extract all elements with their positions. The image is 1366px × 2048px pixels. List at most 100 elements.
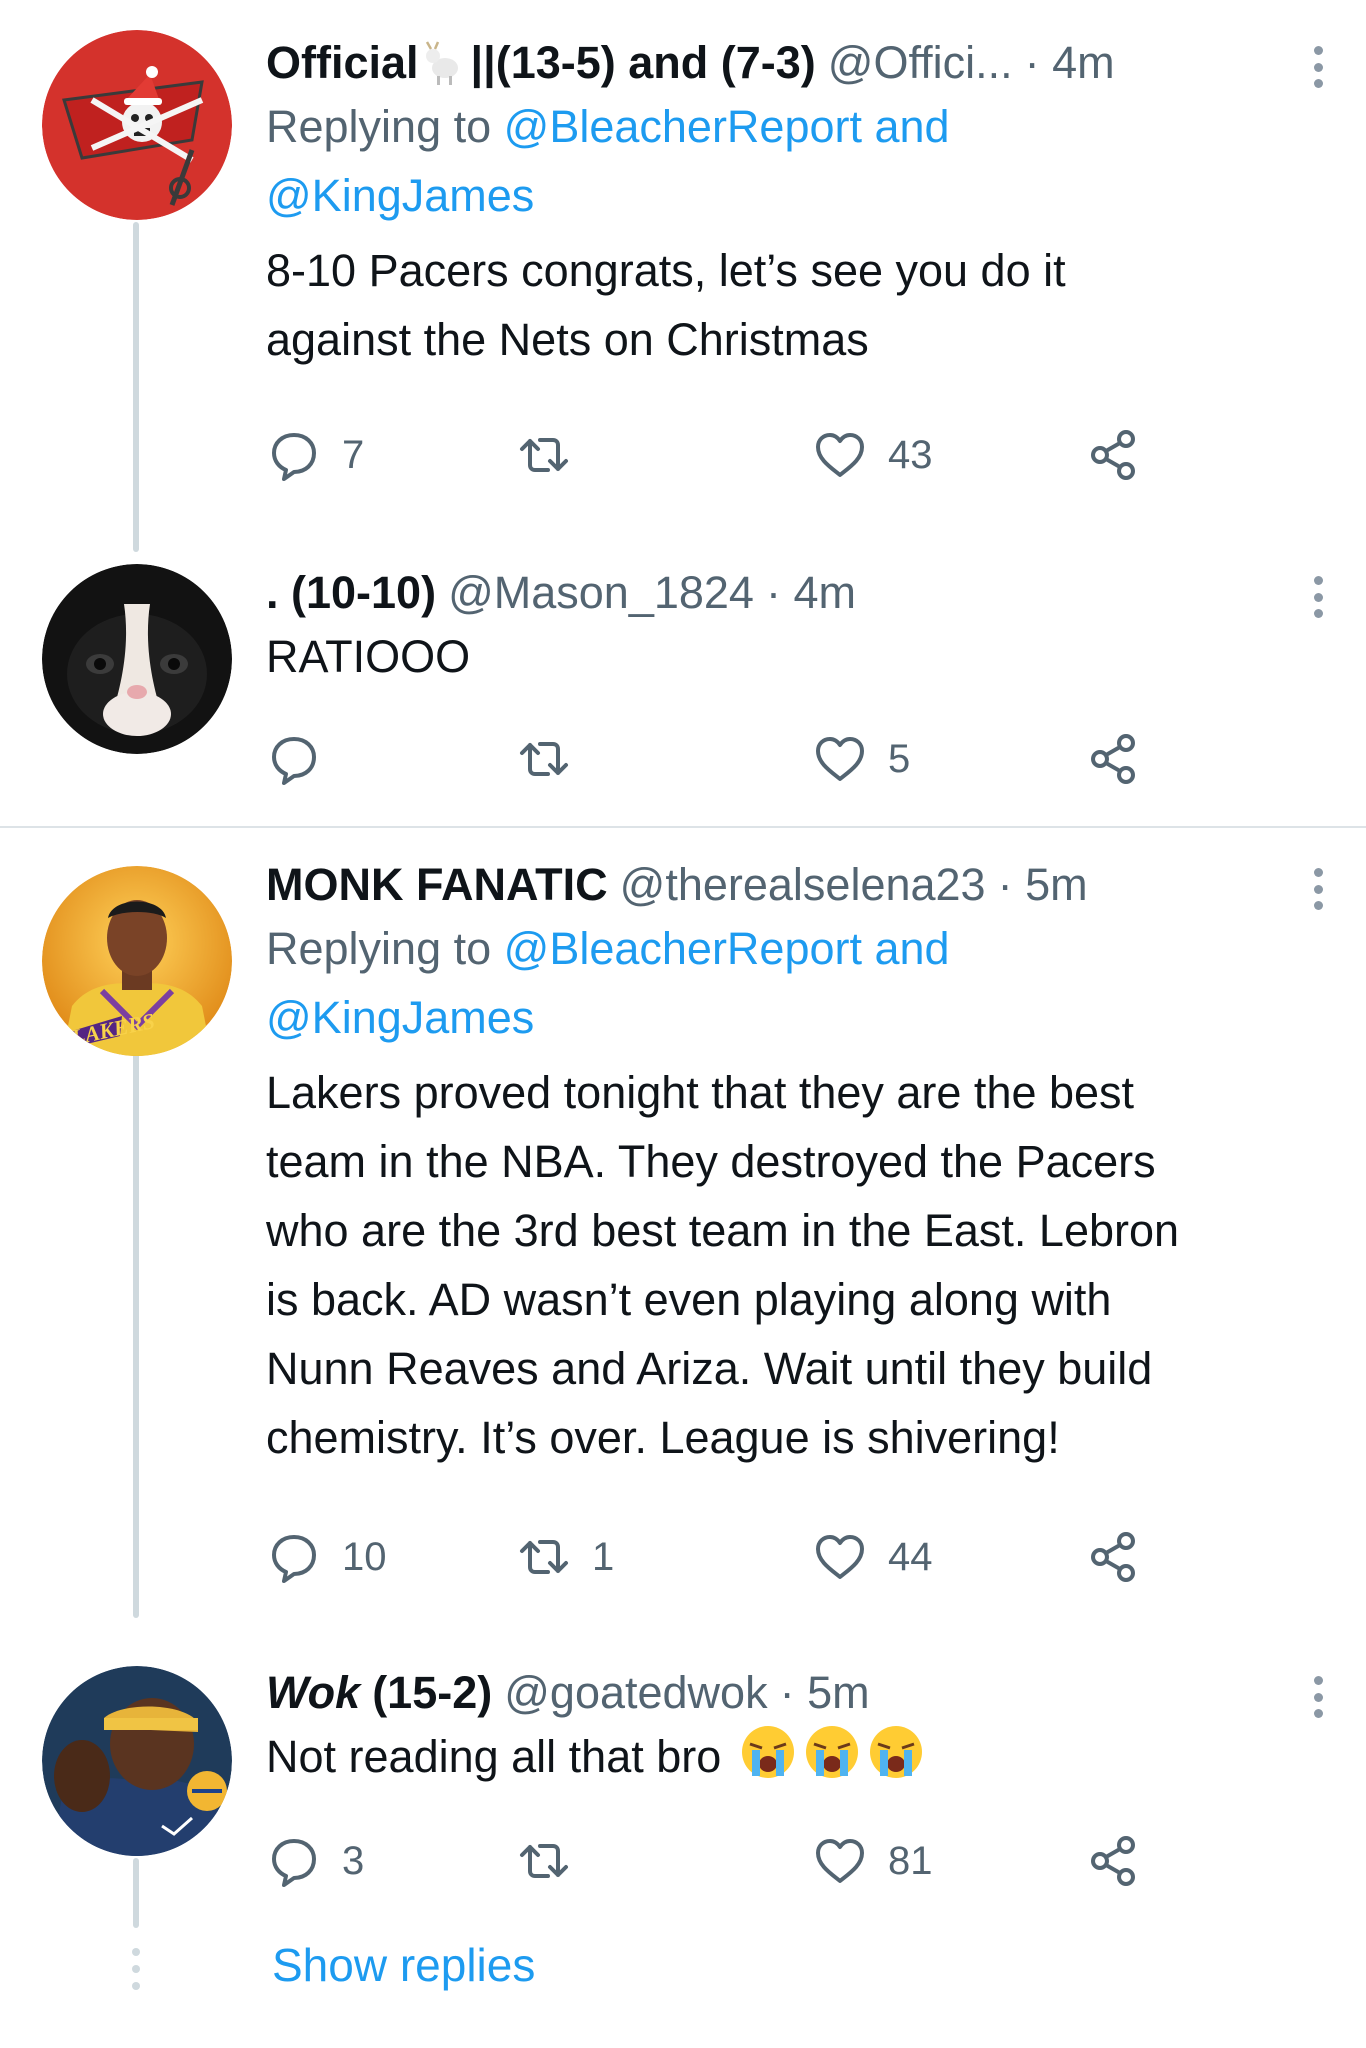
replying-to-label: Replying to [266,101,504,152]
crying-face-icon [741,1726,794,1778]
display-name[interactable]: . (10-10) [266,564,436,622]
retweet-button[interactable] [516,420,592,490]
like-icon [816,433,864,477]
display-name[interactable]: Official [266,34,419,92]
mention-link[interactable]: @BleacherReport [504,923,862,974]
action-bar: 7 43 [266,420,1166,490]
share-icon [1091,734,1135,784]
thread-line [133,1048,139,1618]
more-icon[interactable] [1306,572,1330,622]
like-button[interactable]: 81 [812,1826,933,1896]
crying-face-icon [869,1726,922,1778]
reply-icon [272,737,316,785]
thread-line [133,222,139,552]
display-name-suffix: ||(13-5) and (7-3) [470,37,816,88]
replying-to: Replying to @BleacherReport and @KingJam… [266,914,1330,1052]
tweet-text-line: is back. AD wasn’t even playing along wi… [266,1274,1112,1325]
tweet-text-line: Nunn Reaves and Ariza. Wait until they b… [266,1343,1153,1394]
display-name-suffix: (15-2) [372,1667,493,1718]
timestamp[interactable]: · 4m [1025,34,1115,92]
share-button[interactable] [1086,1522,1142,1592]
avatar[interactable] [42,30,232,220]
user-handle[interactable]: @goatedwok [504,1664,767,1722]
retweet-button[interactable]: 1 [516,1522,614,1592]
more-icon[interactable] [1306,1672,1330,1722]
timestamp[interactable]: · 4m [766,564,856,622]
like-count: 44 [888,1534,933,1579]
tweet-text-line: Lakers proved tonight that they are the … [266,1067,1135,1118]
like-icon [816,737,864,781]
like-count: 81 [888,1838,933,1883]
like-button[interactable]: 5 [812,724,910,794]
tweet-text-line: team in the NBA. They destroyed the Pace… [266,1136,1156,1187]
display-name[interactable]: Wok [266,1664,360,1722]
like-count: 43 [888,432,933,477]
retweet-icon [520,1844,568,1878]
retweet-count: 1 [592,1534,615,1579]
replying-to: Replying to @BleacherReport and @KingJam… [266,92,1330,230]
like-button[interactable]: 44 [812,1522,933,1592]
timestamp[interactable]: · 5m [780,1664,870,1722]
mention-and[interactable]: and [862,923,950,974]
tweet-text-line: RATIOOO [266,631,471,682]
avatar[interactable] [42,1666,232,1856]
share-button[interactable] [1086,420,1142,490]
share-button[interactable] [1086,1826,1142,1896]
user-handle[interactable]: @Offici... [828,34,1013,92]
tweet-text: 8-10 Pacers congrats, let’s see you do i… [266,236,1330,374]
like-icon [816,1839,864,1883]
replying-to-label: Replying to [266,923,504,974]
user-handle[interactable]: @Mason_1824 [448,564,754,622]
tweet-text: RATIOOO [266,622,1330,691]
retweet-icon [520,438,568,472]
avatar[interactable] [42,564,232,754]
like-icon [816,1535,864,1579]
mention-link[interactable]: @KingJames [266,992,534,1043]
reply-count: 7 [342,432,365,477]
goat-icon [423,40,467,86]
reply-icon [272,1839,316,1887]
more-icon[interactable] [1306,864,1330,914]
share-icon [1091,1532,1135,1582]
retweet-button[interactable] [516,1826,592,1896]
share-icon [1091,1836,1135,1886]
action-bar: 5 [266,724,1166,794]
crying-face-icon [805,1726,858,1778]
mention-link[interactable]: @BleacherReport [504,101,862,152]
like-count: 5 [888,736,911,781]
tweet-text: Not reading all that bro [266,1722,1330,1791]
timestamp[interactable]: · 5m [998,856,1088,914]
tweet-text-line: who are the 3rd best team in the East. L… [266,1205,1180,1256]
action-bar: 10 1 44 [266,1522,1166,1592]
avatar[interactable]: LAKERS [42,866,232,1056]
reply-button[interactable] [266,724,342,794]
mention-and[interactable]: and [862,101,950,152]
share-icon [1091,430,1135,480]
tweet-text-line: chemistry. It’s over. League is shiverin… [266,1412,1060,1463]
tweet-text-line: Not reading all that bro [266,1731,722,1782]
tweet-text-line: against the Nets on Christmas [266,314,869,365]
like-button[interactable]: 43 [812,420,933,490]
more-icon[interactable] [1306,42,1330,92]
retweet-icon [520,1540,568,1574]
divider [0,826,1366,828]
retweet-button[interactable] [516,724,592,794]
action-bar: 3 81 [266,1826,1166,1896]
reply-button[interactable]: 7 [266,420,364,490]
thread-line [133,1858,139,1928]
reply-button[interactable]: 3 [266,1826,364,1896]
thread-continuation-dots [127,1948,145,1990]
reply-icon [272,433,316,481]
show-replies-link[interactable]: Show replies [272,1938,535,1992]
reply-count: 3 [342,1838,365,1883]
display-name[interactable]: MONK FANATIC [266,856,608,914]
mention-link[interactable]: @KingJames [266,170,534,221]
reply-count: 10 [342,1534,387,1579]
tweet-text-line: 8-10 Pacers congrats, let’s see you do i… [266,245,1066,296]
reply-icon [272,1535,316,1583]
share-button[interactable] [1086,724,1142,794]
user-handle[interactable]: @therealselena23 [620,856,986,914]
reply-button[interactable]: 10 [266,1522,387,1592]
retweet-icon [520,742,568,776]
tweet-text: Lakers proved tonight that they are the … [266,1058,1330,1472]
